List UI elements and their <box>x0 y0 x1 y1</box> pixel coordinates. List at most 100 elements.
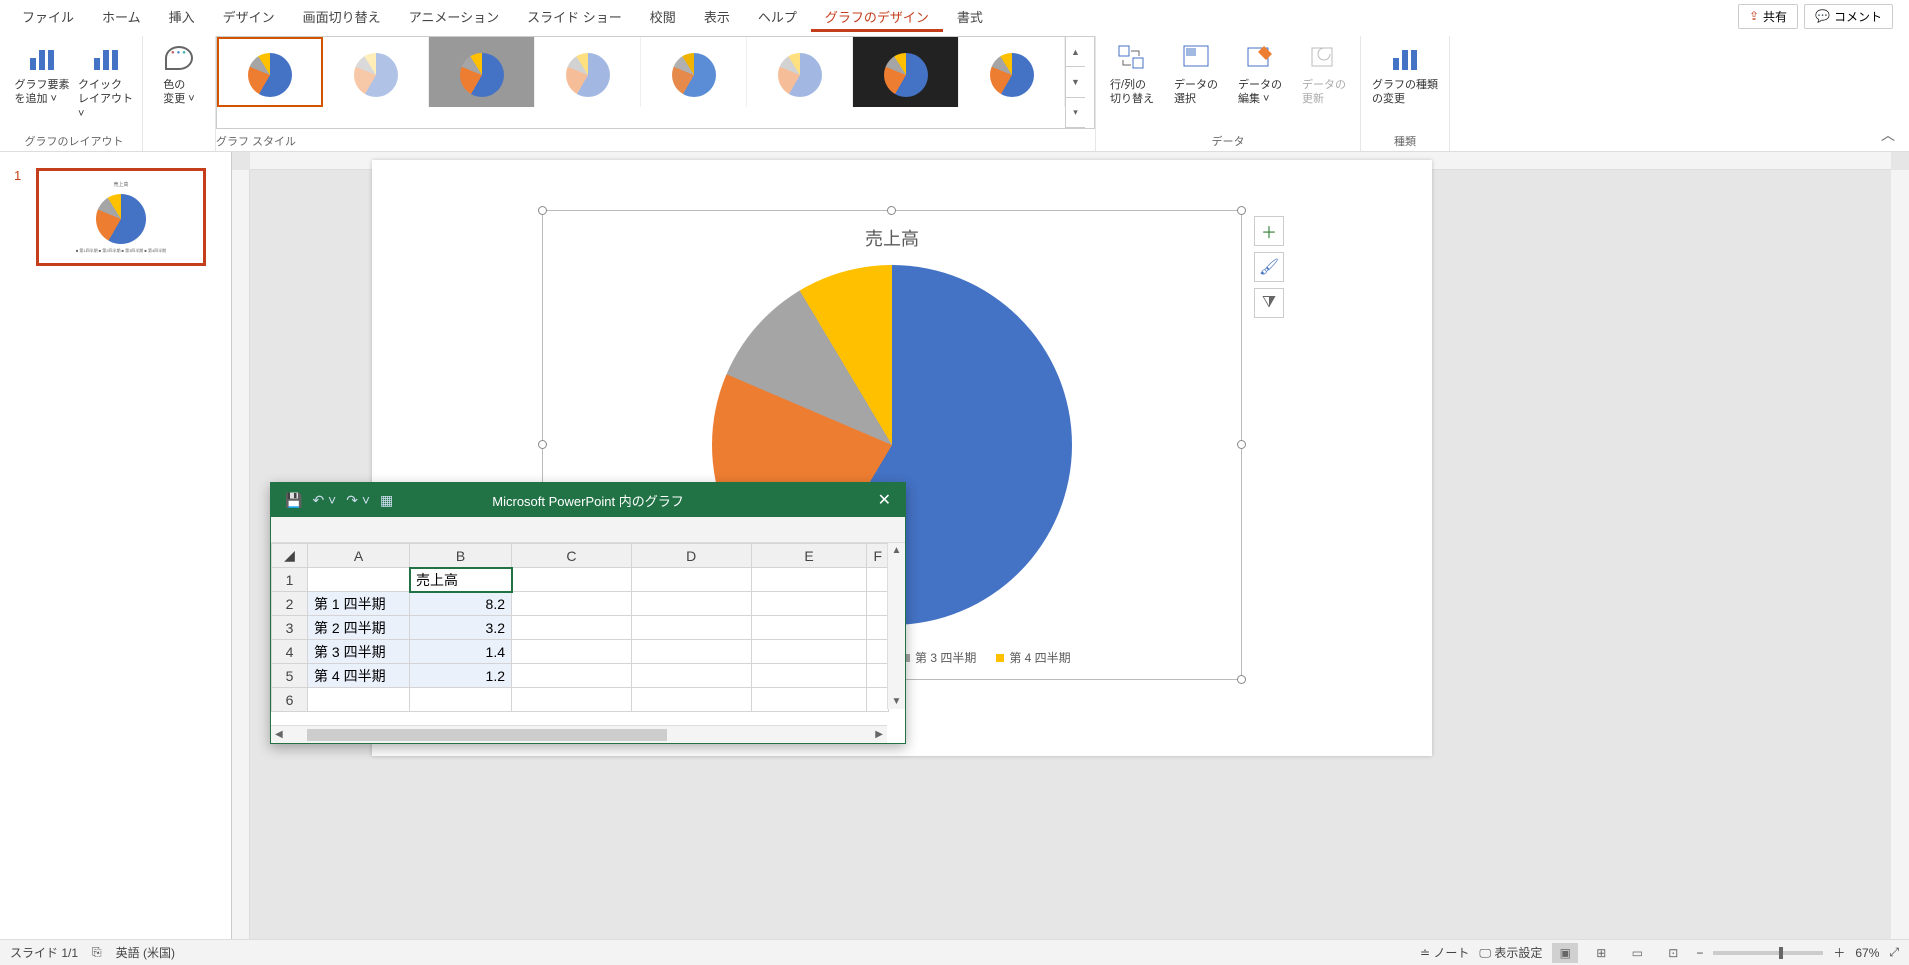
chart-elements-button[interactable]: ＋ <box>1254 216 1284 246</box>
resize-handle[interactable] <box>1237 206 1246 215</box>
slide-thumbnail-1[interactable]: 売上高 ■ 第1四半期 ■ 第2四半期 ■ 第3四半期 ■ 第4四半期 <box>36 168 206 266</box>
switch-row-column-button[interactable]: 行/列の 切り替え <box>1102 40 1162 109</box>
row-header[interactable]: 3 <box>272 616 308 640</box>
cell-a3[interactable]: 第 2 四半期 <box>308 616 410 640</box>
zoom-level[interactable]: 67% <box>1855 946 1879 960</box>
select-data-button[interactable]: データの 選択 <box>1166 40 1226 109</box>
sorter-view-button[interactable]: ⊞ <box>1588 943 1614 963</box>
menu-review[interactable]: 校閲 <box>636 1 690 32</box>
scroll-right-icon[interactable]: ▶ <box>871 729 887 740</box>
cell-b1[interactable]: 売上高 <box>410 568 512 592</box>
menu-design[interactable]: デザイン <box>209 1 289 32</box>
cell[interactable] <box>751 640 867 664</box>
change-chart-type-button[interactable]: グラフの種類 の変更 <box>1367 40 1443 109</box>
cell[interactable] <box>751 568 867 592</box>
resize-handle[interactable] <box>538 440 547 449</box>
menu-insert[interactable]: 挿入 <box>155 1 209 32</box>
cell[interactable] <box>631 616 751 640</box>
row-header[interactable]: 1 <box>272 568 308 592</box>
grid-icon[interactable]: ▦ <box>380 492 393 509</box>
cell[interactable] <box>867 640 889 664</box>
resize-handle[interactable] <box>1237 440 1246 449</box>
chart-data-editor-window[interactable]: 💾 ↶ ˅ ↷ ˅ ▦ Microsoft PowerPoint 内のグラフ ✕… <box>270 482 906 744</box>
slides-panel[interactable]: 1 売上高 ■ 第1四半期 ■ 第2四半期 ■ 第3四半期 ■ 第4四半期 <box>0 152 232 939</box>
cell[interactable] <box>631 688 751 712</box>
slideshow-view-button[interactable]: ⊡ <box>1660 943 1686 963</box>
menu-transitions[interactable]: 画面切り替え <box>289 1 395 32</box>
cell[interactable] <box>867 592 889 616</box>
cell[interactable] <box>512 592 632 616</box>
row-header[interactable]: 2 <box>272 592 308 616</box>
legend-item-3[interactable]: 第 3 四半期 <box>902 649 976 666</box>
col-header-a[interactable]: A <box>308 544 410 568</box>
cell[interactable] <box>631 640 751 664</box>
cell-b6[interactable] <box>410 688 512 712</box>
menu-animations[interactable]: アニメーション <box>395 1 513 32</box>
redo-icon[interactable]: ↷ ˅ <box>346 492 370 509</box>
save-icon[interactable]: 💾 <box>285 492 302 509</box>
chart-style-5[interactable] <box>641 37 747 107</box>
chart-title[interactable]: 売上高 <box>543 211 1241 255</box>
cell[interactable] <box>631 592 751 616</box>
ribbon-collapse-button[interactable]: ︿ <box>1873 36 1903 151</box>
status-language[interactable]: 英語 (米国) <box>116 944 175 961</box>
notes-button[interactable]: ≐ ノート <box>1420 944 1469 961</box>
chevron-down-icon[interactable]: ▼ <box>1066 67 1085 97</box>
row-header[interactable]: 5 <box>272 664 308 688</box>
comment-button[interactable]: 💬コメント <box>1804 4 1893 29</box>
reading-view-button[interactable]: ▭ <box>1624 943 1650 963</box>
resize-handle[interactable] <box>887 206 896 215</box>
cell[interactable] <box>751 688 867 712</box>
col-header-b[interactable]: B <box>410 544 512 568</box>
cell[interactable] <box>512 688 632 712</box>
editor-titlebar[interactable]: 💾 ↶ ˅ ↷ ˅ ▦ Microsoft PowerPoint 内のグラフ ✕ <box>271 483 905 517</box>
cell[interactable] <box>867 616 889 640</box>
resize-handle[interactable] <box>538 206 547 215</box>
cell-b5[interactable]: 1.2 <box>410 664 512 688</box>
fit-to-window-button[interactable]: ⤢ <box>1889 945 1899 960</box>
menu-file[interactable]: ファイル <box>8 1 88 32</box>
cell-a2[interactable]: 第 1 四半期 <box>308 592 410 616</box>
cell[interactable] <box>512 664 632 688</box>
legend-item-4[interactable]: 第 4 四半期 <box>996 649 1070 666</box>
menu-chart-design[interactable]: グラフのデザイン <box>811 1 943 32</box>
editor-scrollbar-vertical[interactable]: ▲ ▼ <box>887 543 905 709</box>
cell-b3[interactable]: 3.2 <box>410 616 512 640</box>
menu-format[interactable]: 書式 <box>943 1 997 32</box>
cell[interactable] <box>751 616 867 640</box>
scroll-thumb[interactable] <box>307 729 667 741</box>
cell-b4[interactable]: 1.4 <box>410 640 512 664</box>
menu-help[interactable]: ヘルプ <box>744 1 811 32</box>
accessibility-icon[interactable]: ⎘ <box>92 945 102 960</box>
cell[interactable] <box>512 568 632 592</box>
chart-style-7[interactable] <box>853 37 959 107</box>
cell-b2[interactable]: 8.2 <box>410 592 512 616</box>
zoom-slider[interactable] <box>1713 951 1823 955</box>
editor-scrollbar-horizontal[interactable]: ◀ ▶ <box>271 725 887 743</box>
scroll-left-icon[interactable]: ◀ <box>271 729 287 740</box>
chart-filters-button[interactable]: ⧩ <box>1254 288 1284 318</box>
scroll-down-icon[interactable]: ▼ <box>888 694 905 709</box>
chart-style-2[interactable] <box>323 37 429 107</box>
chart-styles-button[interactable]: 🖌 <box>1254 252 1284 282</box>
edit-data-button[interactable]: データの 編集 ˅ <box>1230 40 1290 109</box>
menu-slideshow[interactable]: スライド ショー <box>513 1 636 32</box>
cell[interactable] <box>867 568 889 592</box>
chart-style-6[interactable] <box>747 37 853 107</box>
cell-a6[interactable] <box>308 688 410 712</box>
undo-icon[interactable]: ↶ ˅ <box>312 492 336 509</box>
cell[interactable] <box>867 688 889 712</box>
canvas-scrollbar-vertical[interactable] <box>1891 170 1909 939</box>
cell-a4[interactable]: 第 3 四半期 <box>308 640 410 664</box>
chevron-up-icon[interactable]: ▲ <box>1066 37 1085 67</box>
change-colors-button[interactable]: 色の 変更 ˅ <box>149 40 209 109</box>
zoom-out-button[interactable]: − <box>1696 946 1703 960</box>
cell-a5[interactable]: 第 4 四半期 <box>308 664 410 688</box>
cell[interactable] <box>512 640 632 664</box>
cell[interactable] <box>512 616 632 640</box>
col-header-e[interactable]: E <box>751 544 867 568</box>
cell[interactable] <box>631 568 751 592</box>
editor-close-button[interactable]: ✕ <box>864 490 905 510</box>
menu-view[interactable]: 表示 <box>690 1 744 32</box>
cell[interactable] <box>751 592 867 616</box>
